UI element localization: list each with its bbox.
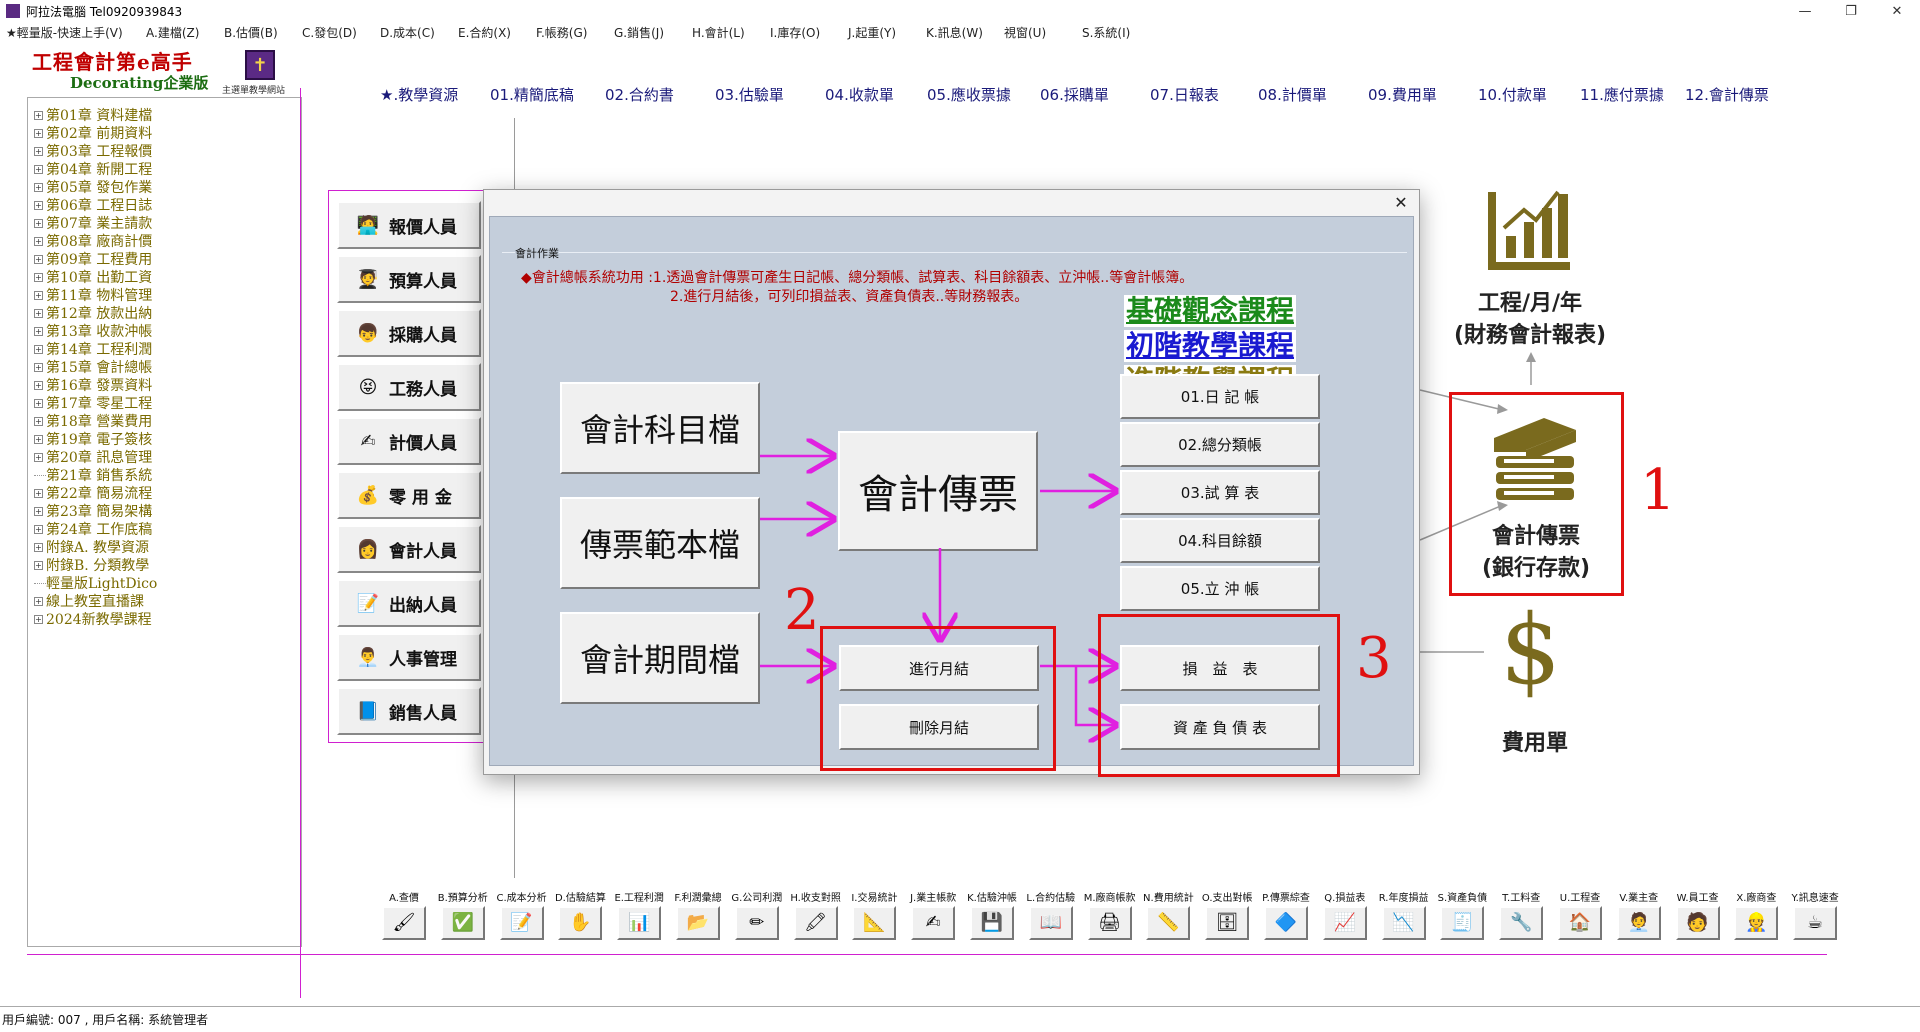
flow-arrows xyxy=(760,0,1920,1032)
toolbar-item: S.資產負債 🧾 xyxy=(1433,892,1491,940)
toolbar-item: E.工程利潤 📊 xyxy=(610,892,668,940)
toolbar-button-icon[interactable]: ☕ xyxy=(1793,906,1838,940)
toolbar-button-icon[interactable]: ✏ xyxy=(734,906,779,940)
toolbar-button-icon[interactable]: 📈 xyxy=(1322,906,1367,940)
toolbar-item: Q.損益表 📈 xyxy=(1316,892,1374,940)
toolbar-button-icon[interactable]: 📂 xyxy=(676,906,720,940)
toolbar-item: Y.訊息速查 ☕ xyxy=(1786,892,1844,940)
toolbar-button-icon[interactable]: 🔷 xyxy=(1264,906,1308,940)
toolbar-button-icon[interactable]: 🏠 xyxy=(1558,906,1602,940)
toolbar-button-icon[interactable]: ✍ xyxy=(911,906,956,940)
toolbar-button-icon[interactable]: 📝 xyxy=(499,906,544,940)
toolbar-item: M.廠商帳款 🖨 xyxy=(1081,892,1139,940)
toolbar-item: O.支出對帳 🗄 xyxy=(1198,892,1256,940)
toolbar-item: U.工程查 🏠 xyxy=(1551,892,1609,940)
toolbar-button-icon[interactable]: 🖍 xyxy=(793,906,838,940)
toolbar-button-icon[interactable]: 📐 xyxy=(852,906,897,940)
toolbar-item: B.預算分析 ✅ xyxy=(434,892,492,940)
toolbar-button-icon[interactable]: 🖨 xyxy=(1087,906,1132,940)
toolbar-item: H.收支對照 🖍 xyxy=(787,892,845,940)
bottom-toolbar: A.查價 🖌 B.預算分析 ✅ C.成本分析 📝 D.估驗結算 ✋ E.工程利潤 📊 F.利潤彙總 📂… xyxy=(375,892,1839,942)
toolbar-button-icon[interactable]: 💾 xyxy=(970,906,1014,940)
toolbar-item: P.傳票綜查 🔷 xyxy=(1257,892,1315,940)
toolbar-item: W.員工查 🧑 xyxy=(1669,892,1727,940)
toolbar-button-icon[interactable]: 📖 xyxy=(1028,906,1073,940)
toolbar-button-icon[interactable]: 🔧 xyxy=(1499,906,1544,940)
toolbar-button-icon[interactable]: 📉 xyxy=(1381,906,1426,940)
toolbar-item: N.費用統計 📏 xyxy=(1139,892,1197,940)
toolbar-item: I.交易統計 📐 xyxy=(845,892,903,940)
toolbar-item: X.廠商查 👷 xyxy=(1727,892,1785,940)
toolbar-button-icon[interactable]: ✅ xyxy=(440,906,485,940)
toolbar-button-icon[interactable]: 🧑‍💼 xyxy=(1616,906,1661,940)
toolbar-button-icon[interactable]: 🗄 xyxy=(1205,906,1250,940)
annotation-number-2: 2 xyxy=(784,578,820,643)
toolbar-item: F.利潤彙總 📂 xyxy=(669,892,727,940)
toolbar-button-icon[interactable]: 📊 xyxy=(617,906,662,940)
annotation-box-3 xyxy=(1098,614,1340,777)
toolbar-button-icon[interactable]: 🧑 xyxy=(1675,906,1720,940)
toolbar-button-icon[interactable]: 🖌 xyxy=(382,906,426,940)
annotation-number-3: 3 xyxy=(1356,626,1392,691)
annotation-box-2 xyxy=(820,626,1056,771)
toolbar-item: C.成本分析 📝 xyxy=(493,892,551,940)
toolbar-item: D.估驗結算 ✋ xyxy=(551,892,609,940)
toolbar-button-icon[interactable]: 🧾 xyxy=(1440,906,1485,940)
toolbar-button-icon[interactable]: 👷 xyxy=(1734,906,1779,940)
toolbar-item: A.查價 🖌 xyxy=(375,892,433,940)
toolbar-item: G.公司利潤 ✏ xyxy=(728,892,786,940)
toolbar-button-icon[interactable]: ✋ xyxy=(558,906,603,940)
toolbar-item: T.工料查 🔧 xyxy=(1492,892,1550,940)
toolbar-button-icon[interactable]: 📏 xyxy=(1146,906,1191,940)
status-bar: 用戶編號: 007 , 用戶名稱: 系統管理者 xyxy=(0,1006,1920,1032)
toolbar-label: Y.訊息速查 xyxy=(1791,893,1839,904)
toolbar-item: L.合約估驗 📖 xyxy=(1022,892,1080,940)
toolbar-item: V.業主查 🧑‍💼 xyxy=(1610,892,1668,940)
toolbar-item: K.估驗沖帳 💾 xyxy=(963,892,1021,940)
toolbar-item: R.年度損益 📉 xyxy=(1375,892,1433,940)
toolbar-item: J.業主帳款 ✍ xyxy=(904,892,962,940)
